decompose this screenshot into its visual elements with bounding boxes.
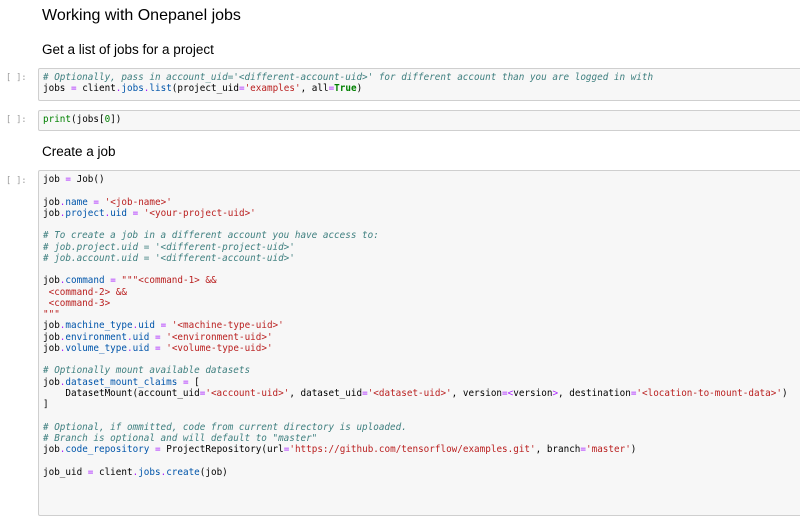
code-token: jobs <box>121 83 144 95</box>
code-token: project <box>65 207 105 219</box>
code-token: [ <box>188 376 200 388</box>
code-token: jobs <box>43 83 71 95</box>
code-token: , all <box>300 83 329 95</box>
code-token: , destination <box>558 387 631 399</box>
code-token: job_uid <box>43 466 88 478</box>
code-token: job <box>43 196 60 208</box>
code-token: (jobs[ <box>71 114 105 125</box>
code-token: # Optionally mount available datasets <box>43 365 251 377</box>
code-token: , version <box>451 387 503 399</box>
code-token: job <box>43 207 60 219</box>
code-token: <command-2> && <box>43 286 127 298</box>
code-cell-create-job[interactable]: job = Job() job.name = '<job-name>' job.… <box>38 170 800 516</box>
code-token: <command-3> <box>43 297 111 309</box>
code-token: create <box>166 466 200 478</box>
code-token: '<dataset-uid>' <box>367 387 452 399</box>
code-token: client <box>93 466 133 478</box>
code-token: uid <box>132 331 150 343</box>
code-token: print <box>43 114 71 125</box>
code-token: machine_type <box>65 320 133 332</box>
code-token: """<command-1> && <box>121 275 217 287</box>
code-token: command <box>65 275 105 287</box>
code-cell-source[interactable]: # Optionally, pass in account_uid='<diff… <box>43 72 800 95</box>
code-token: jobs <box>138 466 161 478</box>
code-token: """ <box>43 309 60 320</box>
code-token: 'master' <box>586 444 631 455</box>
code-token: # job.account.uid = '<different-account-… <box>43 252 295 264</box>
code-token: (project_uid <box>171 83 239 95</box>
code-token: ] <box>43 399 49 410</box>
code-token: 'https://github.com/tensorflow/examples.… <box>289 444 536 455</box>
code-cell-print-job[interactable]: print(jobs[0]) <box>38 110 800 131</box>
code-token: ProjectRepository(url <box>160 444 284 455</box>
section-heading-create-job: Create a job <box>42 144 116 159</box>
code-token: job <box>43 331 60 343</box>
code-token: list <box>149 83 172 95</box>
code-token: (job) <box>199 466 228 478</box>
code-token: DatasetMount(account_uid <box>43 387 200 399</box>
code-token: '<job-name>' <box>104 196 172 208</box>
code-token: environment <box>65 331 127 343</box>
code-token: '<account-uid>' <box>205 387 290 399</box>
code-cell-source[interactable]: job = Job() job.name = '<job-name>' job.… <box>43 174 800 478</box>
code-token: ) <box>781 387 788 399</box>
cell-prompt-3: [ ]: <box>6 176 27 186</box>
code-token: True <box>334 83 357 95</box>
code-token: code_repository <box>65 444 150 455</box>
code-token: # Branch is optional and will default to… <box>43 432 318 444</box>
code-token: job <box>43 275 60 287</box>
code-token: job <box>43 342 60 354</box>
code-token: , branch <box>535 444 581 455</box>
code-token: # job.project.uid = '<different-project-… <box>43 241 295 253</box>
code-token: ) <box>356 83 363 95</box>
notebook-title: Working with Onepanel jobs <box>42 7 241 24</box>
code-token: Job() <box>71 174 105 185</box>
cell-prompt-2: [ ]: <box>6 115 27 125</box>
code-token: uid <box>132 342 150 354</box>
cell-prompt-1: [ ]: <box>6 73 27 83</box>
code-token: job <box>43 444 60 455</box>
code-token: job <box>43 174 66 185</box>
code-token: uid <box>110 207 127 219</box>
code-token: job <box>43 376 60 388</box>
code-token: 'examples' <box>244 83 301 95</box>
code-token: name <box>65 196 88 208</box>
code-token: , dataset_uid <box>289 387 363 399</box>
code-token: ) <box>630 444 637 455</box>
code-token: # Optional, if ommitted, code from curre… <box>43 421 407 433</box>
code-cell-source[interactable]: print(jobs[0]) <box>43 114 800 125</box>
code-token: client <box>76 83 116 95</box>
code-token: '<your-project-uid>' <box>143 207 256 219</box>
code-token: version <box>513 387 553 399</box>
code-token: dataset_mount_claims <box>65 376 178 388</box>
code-token: '<location-to-mount-data>' <box>636 387 782 399</box>
code-token: volume_type <box>65 342 127 354</box>
code-token: job <box>43 320 60 332</box>
code-token: '<volume-type-uid>' <box>166 342 273 354</box>
code-token: uid <box>138 320 155 332</box>
code-token: # To create a job in a different account… <box>43 230 379 242</box>
code-token: ]) <box>110 114 122 125</box>
code-cell-list-jobs[interactable]: # Optionally, pass in account_uid='<diff… <box>38 68 800 101</box>
section-heading-list-jobs: Get a list of jobs for a project <box>42 42 214 57</box>
code-token: # Optionally, pass in account_uid='<diff… <box>43 72 654 83</box>
code-token: '<environment-uid>' <box>166 331 273 343</box>
code-token: '<machine-type-uid>' <box>171 320 284 332</box>
